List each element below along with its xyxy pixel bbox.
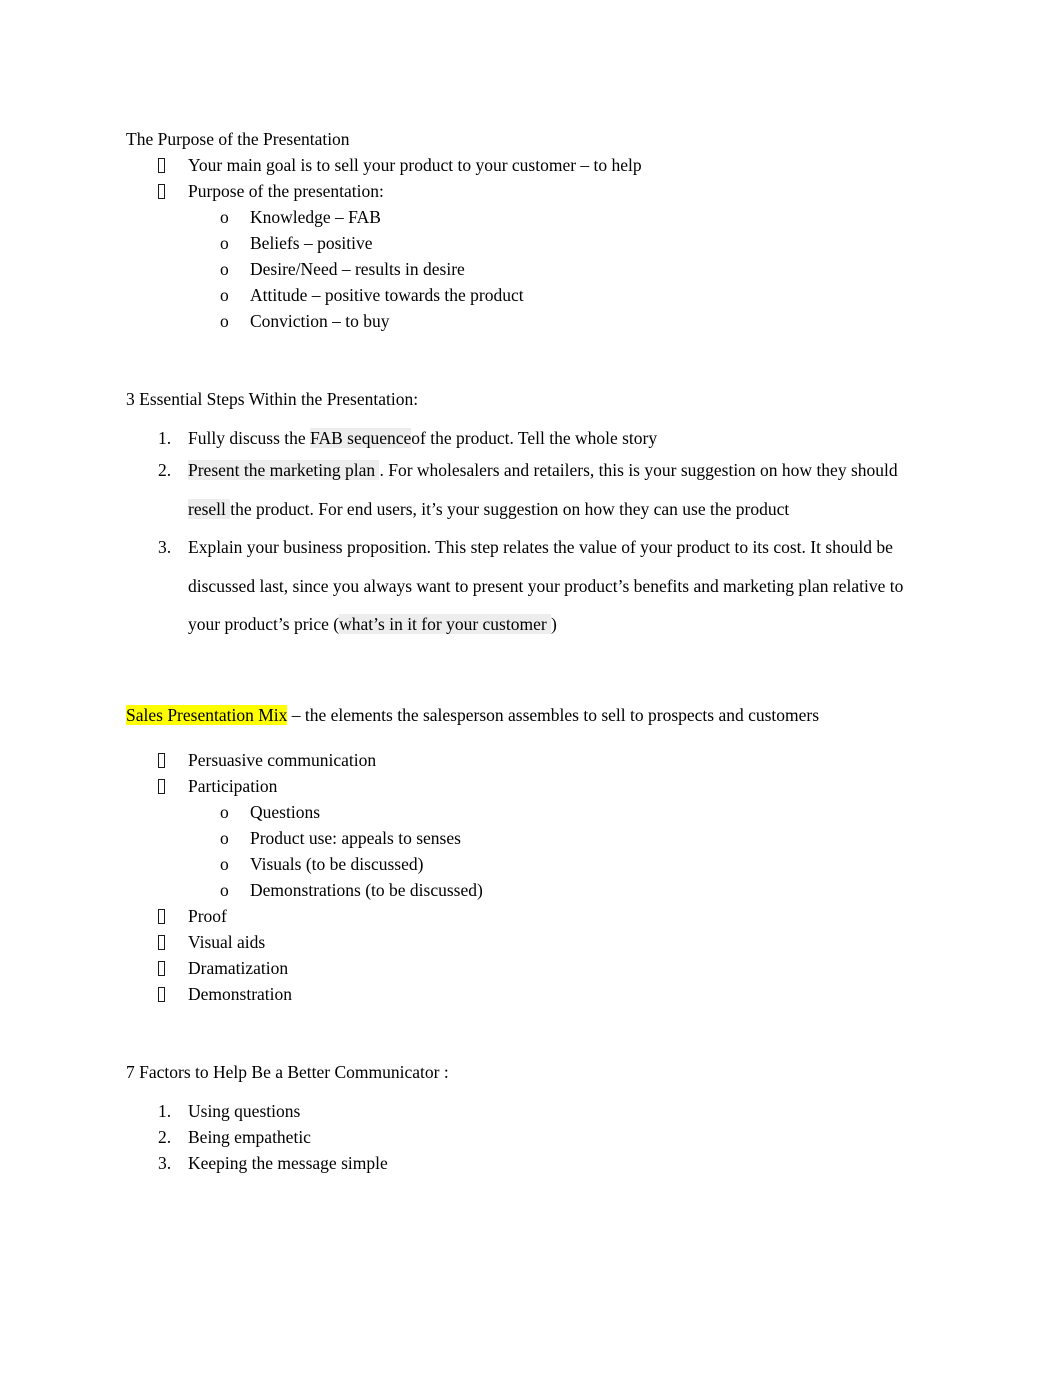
list-item-label: Persuasive communication bbox=[188, 750, 377, 770]
run-text: the product bbox=[705, 498, 790, 519]
list-number: 3. bbox=[158, 537, 172, 557]
list-item-label: Proof bbox=[188, 906, 227, 926]
run-text: Fully discuss the bbox=[188, 428, 311, 448]
list-item: o Attitude – positive towards the produc… bbox=[126, 282, 934, 308]
shaded-run: what’s in it for your customer bbox=[339, 614, 552, 634]
list-item-label: Conviction – to buy bbox=[250, 311, 390, 331]
list-item-label: Demonstration bbox=[188, 984, 293, 1004]
sublist-bullet-o-icon: o bbox=[220, 828, 229, 848]
document-page: The Purpose of the Presentation Your mai… bbox=[0, 0, 1062, 1377]
run-text: ) bbox=[551, 614, 557, 634]
list-item: Visual aids bbox=[126, 929, 934, 955]
list-item-label: Product use: appeals to senses bbox=[250, 828, 461, 848]
numbered-list-item: 1. Using questions bbox=[126, 1098, 934, 1124]
list-item: Participation bbox=[126, 773, 934, 799]
shaded-run: Present the marketing plan bbox=[188, 460, 380, 480]
shaded-run: resell bbox=[188, 498, 231, 519]
list-item-label: Your main goal is to sell your product t… bbox=[188, 155, 642, 175]
list-number: 1. bbox=[158, 1101, 172, 1121]
section-heading-communicator-factors: 7 Factors to Help Be a Better Communicat… bbox=[126, 1062, 449, 1082]
list-item: o Desire/Need – results in desire bbox=[126, 256, 934, 282]
run-text: the product. For end users, it’s your su… bbox=[230, 498, 706, 519]
list-item-label: Present the marketing plan . For wholesa… bbox=[188, 460, 898, 519]
list-item-label: Fully discuss the FAB sequenceof the pro… bbox=[188, 428, 657, 448]
list-item-label: Questions bbox=[250, 802, 320, 822]
list-item-label: Attitude – positive towards the product bbox=[250, 285, 524, 305]
numbered-list-item: 2. Being empathetic bbox=[126, 1124, 934, 1150]
list-item: Dramatization bbox=[126, 955, 934, 981]
list-item: o Questions bbox=[126, 799, 934, 825]
list-item: o Visuals (to be discussed) bbox=[126, 851, 934, 877]
shaded-run: FAB sequence bbox=[310, 428, 412, 448]
list-item-label: Being empathetic bbox=[188, 1127, 311, 1147]
list-item-label: Dramatization bbox=[188, 958, 289, 978]
list-item-label: Desire/Need – results in desire bbox=[250, 259, 465, 279]
sublist-bullet-o-icon: o bbox=[220, 880, 229, 900]
list-item-label: Beliefs – positive bbox=[250, 233, 373, 253]
section-heading-essential-steps: 3 Essential Steps Within the Presentatio… bbox=[126, 389, 419, 409]
list-item-label: Purpose of the presentation: bbox=[188, 181, 384, 201]
definition-body: – the elements the salesperson assembles… bbox=[287, 704, 820, 725]
list-item-label: Keeping the message simple bbox=[188, 1153, 388, 1173]
sublist-bullet-o-icon: o bbox=[220, 207, 229, 227]
bullet-box-icon bbox=[158, 152, 184, 178]
list-number: 2. bbox=[158, 460, 172, 480]
bullet-box-icon bbox=[158, 747, 184, 773]
bullet-box-icon bbox=[158, 929, 184, 955]
list-item: Persuasive communication bbox=[126, 747, 934, 773]
list-number: 1. bbox=[158, 428, 172, 448]
bullet-box-icon bbox=[158, 178, 184, 204]
list-item-label: Using questions bbox=[188, 1101, 301, 1121]
numbered-list-item: 2. Present the marketing plan . For whol… bbox=[126, 451, 934, 528]
list-item: Proof bbox=[126, 903, 934, 929]
sublist-bullet-o-icon: o bbox=[220, 854, 229, 874]
run-text: . For wholesalers and retailers, this is… bbox=[379, 460, 898, 480]
list-item: o Product use: appeals to senses bbox=[126, 825, 934, 851]
sublist-bullet-o-icon: o bbox=[220, 802, 229, 822]
numbered-list-item: 1. Fully discuss the FAB sequenceof the … bbox=[126, 425, 934, 451]
list-item: o Conviction – to buy bbox=[126, 308, 934, 334]
document-body: The Purpose of the Presentation Your mai… bbox=[126, 126, 934, 1176]
sublist-bullet-o-icon: o bbox=[220, 233, 229, 253]
list-number: 2. bbox=[158, 1127, 172, 1147]
list-item-label: Explain your business proposition. This … bbox=[188, 537, 903, 634]
list-item: Your main goal is to sell your product t… bbox=[126, 152, 934, 178]
sublist-bullet-o-icon: o bbox=[220, 285, 229, 305]
section-heading-purpose: The Purpose of the Presentation bbox=[126, 129, 350, 149]
list-item-label: Demonstrations (to be discussed) bbox=[250, 880, 483, 900]
bullet-box-icon bbox=[158, 773, 184, 799]
list-item: o Demonstrations (to be discussed) bbox=[126, 877, 934, 903]
list-item-label: Visuals (to be discussed) bbox=[250, 854, 424, 874]
list-item: Purpose of the presentation: bbox=[126, 178, 934, 204]
list-item-label: Visual aids bbox=[188, 932, 266, 952]
run-text: of the product. Tell the whole story bbox=[411, 428, 658, 448]
bullet-box-icon bbox=[158, 955, 184, 981]
bullet-box-icon bbox=[158, 981, 184, 1007]
list-number: 3. bbox=[158, 1153, 172, 1173]
sublist-bullet-o-icon: o bbox=[220, 311, 229, 331]
list-item-label: Participation bbox=[188, 776, 278, 796]
sublist-bullet-o-icon: o bbox=[220, 259, 229, 279]
numbered-list-item: 3. Keeping the message simple bbox=[126, 1150, 934, 1176]
bullet-box-icon bbox=[158, 903, 184, 929]
list-item-label: Knowledge – FAB bbox=[250, 207, 381, 227]
list-item: Demonstration bbox=[126, 981, 934, 1007]
numbered-list-item: 3. Explain your business proposition. Th… bbox=[126, 528, 934, 644]
list-item: o Beliefs – positive bbox=[126, 230, 934, 256]
highlighted-term: Sales Presentation Mix bbox=[126, 704, 288, 725]
list-item: o Knowledge – FAB bbox=[126, 204, 934, 230]
definition-paragraph: Sales Presentation Mix – the elements th… bbox=[126, 696, 934, 735]
